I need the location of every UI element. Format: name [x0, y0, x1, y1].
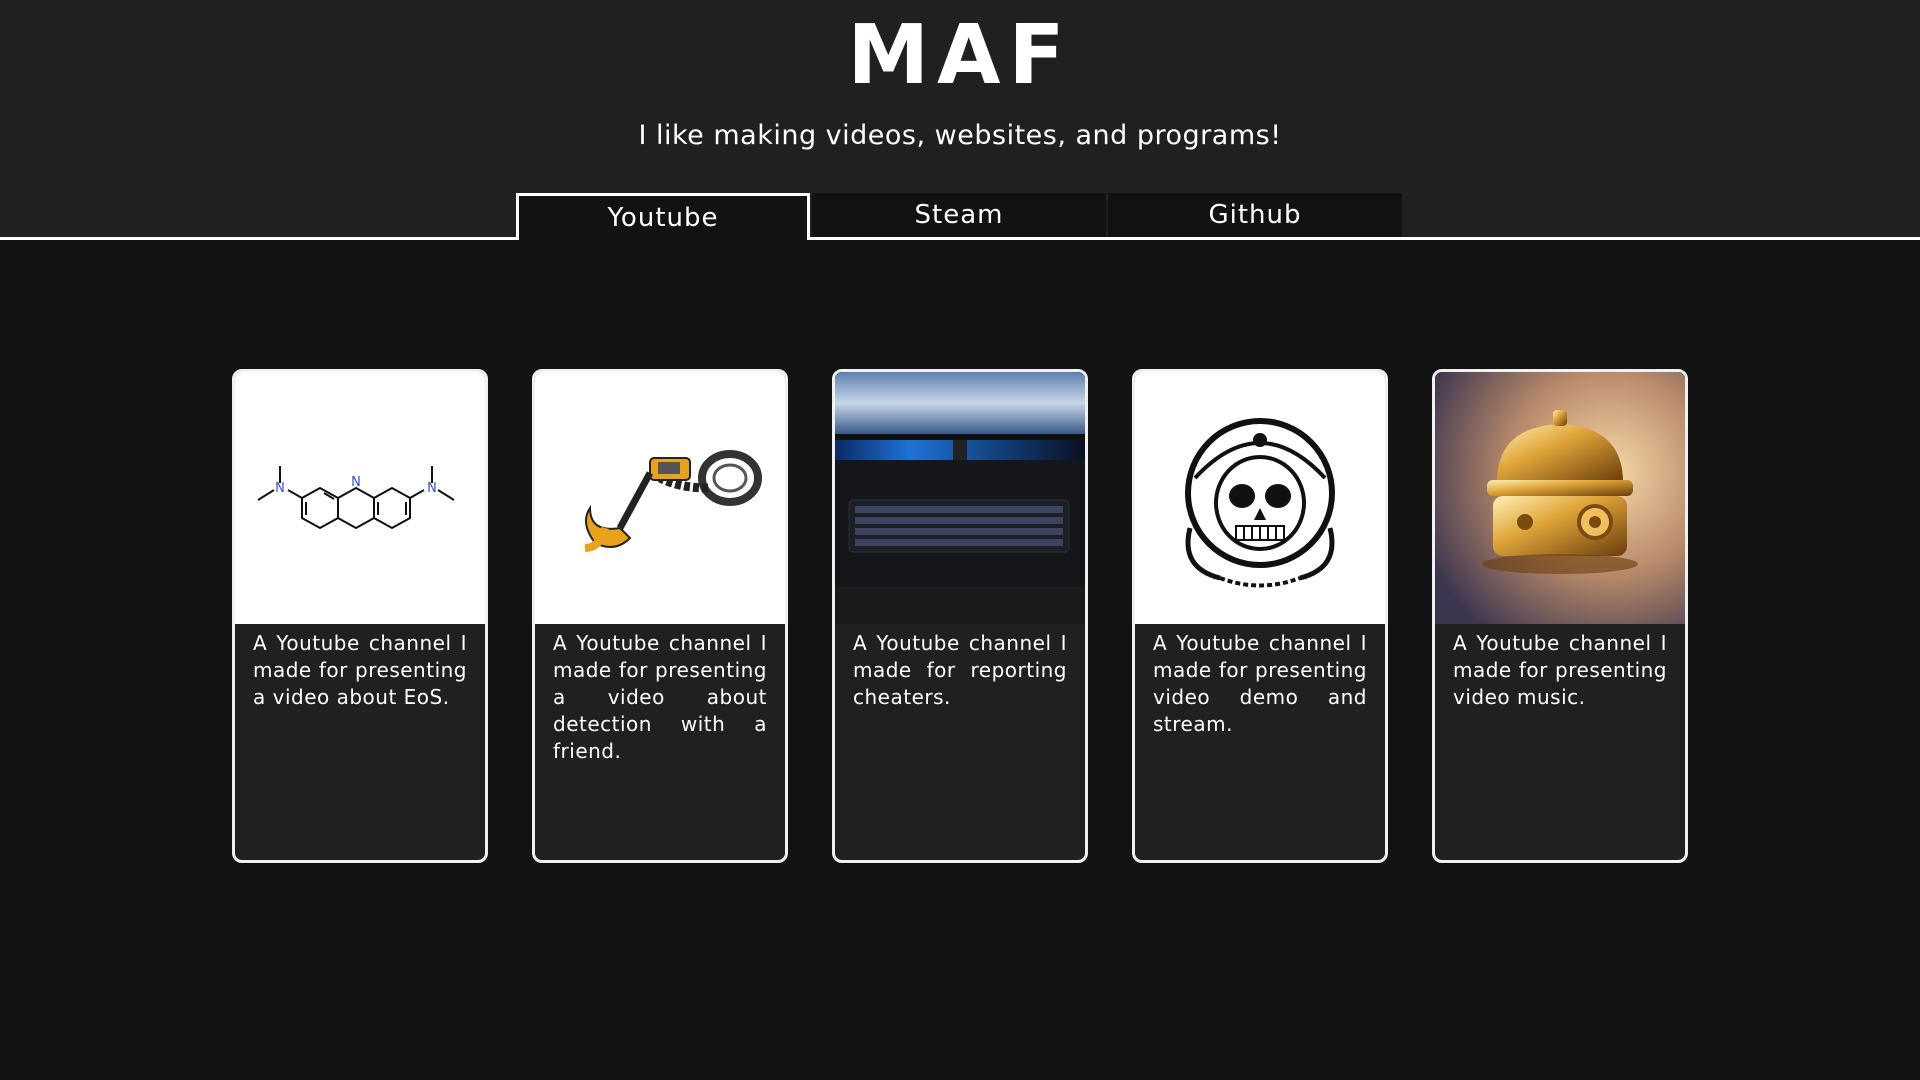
- card-description: A Youtube channel I made for presenting …: [1153, 631, 1367, 736]
- card-description: A Youtube channel I made for presenting …: [253, 631, 467, 709]
- tab-youtube[interactable]: Youtube: [516, 193, 810, 240]
- tab-label: Github: [1208, 200, 1302, 230]
- svg-text:N: N: [275, 481, 285, 496]
- svg-text:N: N: [427, 481, 437, 496]
- chemical-structure-image: N N N: [257, 466, 455, 530]
- project-card[interactable]: A Youtube channel I made for presenting …: [532, 369, 788, 863]
- tab-label: Youtube: [607, 203, 719, 233]
- tab-label: Steam: [914, 200, 1004, 230]
- card-image: [1135, 372, 1385, 624]
- card-description: A Youtube channel I made for presenting …: [553, 631, 767, 763]
- keyboard-setup-image: [835, 372, 1085, 624]
- card-image: [1435, 372, 1685, 624]
- card-grid: N N N A Youtube channel I made for prese…: [232, 369, 1688, 863]
- card-image: [535, 372, 785, 624]
- site-title: MAF: [847, 8, 1073, 103]
- tab-steam[interactable]: Steam: [812, 193, 1106, 237]
- project-card[interactable]: N N N A Youtube channel I made for prese…: [232, 369, 488, 863]
- card-description: A Youtube channel I made for reporting c…: [853, 631, 1067, 709]
- tab-github[interactable]: Github: [1108, 193, 1402, 237]
- site-tagline: I like making videos, websites, and prog…: [638, 120, 1282, 151]
- golden-music-box-image: [1435, 372, 1685, 624]
- tab-bar: Youtube Steam Github: [516, 193, 1404, 240]
- astronaut-skull-image: [1185, 418, 1335, 588]
- card-image: [835, 372, 1085, 624]
- project-card[interactable]: A Youtube channel I made for reporting c…: [832, 369, 1088, 863]
- project-card[interactable]: A Youtube channel I made for presenting …: [1132, 369, 1388, 863]
- metal-detector-image: [584, 450, 762, 552]
- project-card[interactable]: A Youtube channel I made for presenting …: [1432, 369, 1688, 863]
- svg-text:N: N: [351, 475, 361, 490]
- card-description: A Youtube channel I made for presenting …: [1453, 631, 1667, 709]
- card-image: N N N: [235, 372, 485, 624]
